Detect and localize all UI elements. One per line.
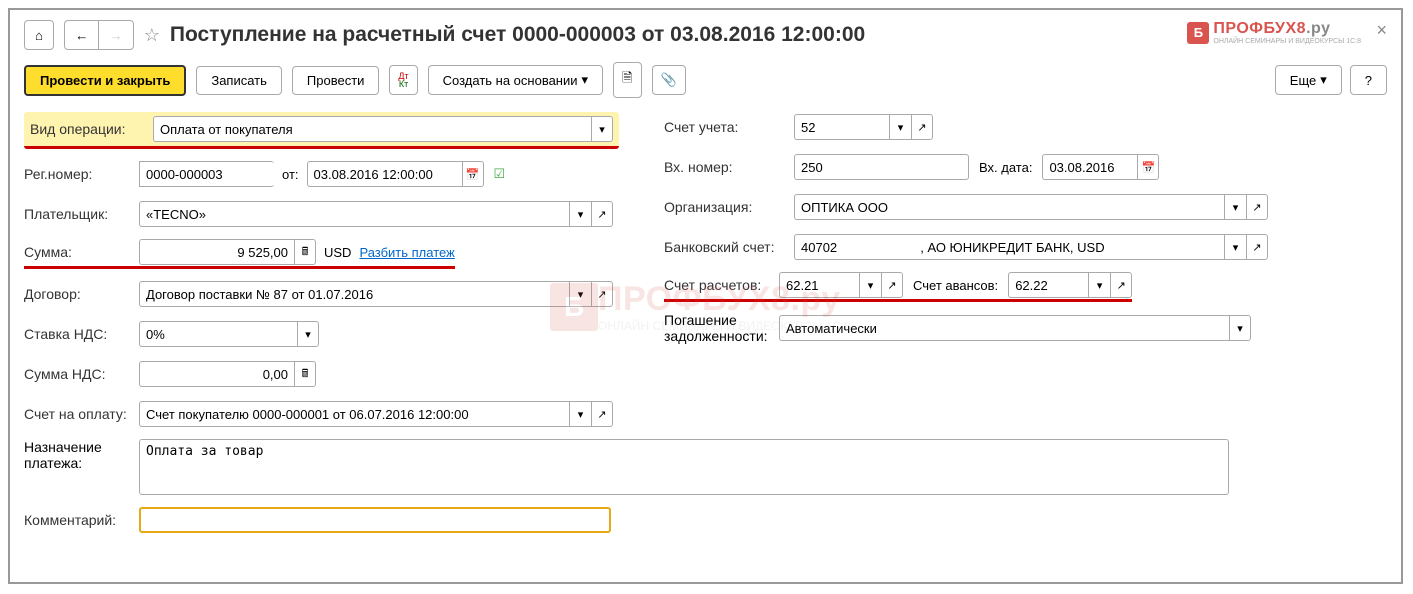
arrow-right-icon: → [109,28,122,43]
attach-button[interactable]: 📎 [652,65,686,95]
post-button[interactable]: Провести [292,66,380,95]
payer-input[interactable] [139,201,569,227]
debt-repay-label: Погашение задолженности: [664,312,779,344]
calendar-icon: 📅 [466,168,480,181]
chevron-down-icon: ▾ [582,72,589,88]
logo: Б ПРОФБУХ8.ру ОНЛАЙН СЕМИНАРЫ И ВИДЕОКУР… [1187,20,1361,45]
vat-rate-input[interactable] [139,321,297,347]
advance-dropdown[interactable]: ▾ [1088,272,1110,298]
calculator-icon: 🖩 [302,365,309,384]
contract-label: Договор: [24,286,139,302]
contract-open[interactable]: ↗ [591,281,613,307]
home-icon: ⌂ [35,28,43,43]
reg-date-input[interactable] [307,161,462,187]
vat-amount-input[interactable] [139,361,294,387]
calculator-icon: 🖩 [302,243,309,262]
settlement-account-input[interactable] [779,272,859,298]
invoice-dropdown[interactable]: ▾ [569,401,591,427]
more-button[interactable]: Еще ▾ [1275,65,1342,95]
currency-label: USD [324,245,351,260]
dt-kt-icon: ДтКт [398,72,408,88]
chevron-down-icon: ▾ [1320,72,1327,88]
payer-dropdown[interactable]: ▾ [569,201,591,227]
reg-number-input[interactable] [139,161,274,187]
advance-account-label: Счет авансов: [913,278,998,293]
print-button[interactable]: 🗎 [613,62,641,98]
debt-repay-input[interactable] [779,315,1229,341]
advance-account-input[interactable] [1008,272,1088,298]
bank-account-open[interactable]: ↗ [1246,234,1268,260]
save-button[interactable]: Записать [196,66,282,95]
account-label: Счет учета: [664,119,794,135]
document-icon: 🗎 [622,69,632,91]
contract-input[interactable] [139,281,569,307]
vat-amount-label: Сумма НДС: [24,366,139,382]
calendar-icon: 📅 [1142,161,1156,174]
account-dropdown[interactable]: ▾ [889,114,911,140]
settlement-open[interactable]: ↗ [881,272,903,298]
purpose-textarea[interactable] [139,439,1229,495]
back-button[interactable]: ← [64,20,98,50]
organization-dropdown[interactable]: ▾ [1224,194,1246,220]
amount-input[interactable] [139,239,294,265]
in-date-calendar[interactable]: 📅 [1137,154,1159,180]
settlement-dropdown[interactable]: ▾ [859,272,881,298]
page-title: Поступление на расчетный счет 0000-00000… [170,23,865,47]
dt-kt-button[interactable]: ДтКт [389,65,417,95]
payer-label: Плательщик: [24,206,139,222]
account-input[interactable] [794,114,889,140]
reg-date-calendar[interactable]: 📅 [462,161,484,187]
comment-label: Комментарий: [24,512,139,528]
debt-repay-dropdown[interactable]: ▾ [1229,315,1251,341]
logo-box-icon: Б [1187,22,1209,44]
forward-button[interactable]: → [98,20,133,50]
payer-open[interactable]: ↗ [591,201,613,227]
vat-rate-label: Ставка НДС: [24,326,139,342]
contract-dropdown[interactable]: ▾ [569,281,591,307]
invoice-label: Счет на оплату: [24,406,139,422]
home-button[interactable]: ⌂ [24,20,54,50]
bank-account-dropdown[interactable]: ▾ [1224,234,1246,260]
purpose-label: Назначение платежа: [24,439,139,471]
from-label: от: [282,167,299,182]
amount-label: Сумма: [24,244,139,260]
bank-account-label: Банковский счет: [664,239,794,255]
operation-type-dropdown[interactable]: ▾ [591,116,613,142]
amount-calc[interactable]: 🖩 [294,239,316,265]
split-link[interactable]: Разбить платеж [359,245,454,260]
create-based-button[interactable]: Создать на основании ▾ [428,65,603,95]
comment-input[interactable] [139,507,611,533]
paperclip-icon: 📎 [661,72,677,88]
invoice-open[interactable]: ↗ [591,401,613,427]
operation-type-label: Вид операции: [30,121,145,137]
operation-type-input[interactable] [153,116,591,142]
close-icon[interactable]: × [1376,20,1387,41]
invoice-input[interactable] [139,401,569,427]
posted-icon: ☑ [494,166,506,182]
in-number-label: Вх. номер: [664,159,794,175]
organization-label: Организация: [664,199,794,215]
settlement-account-label: Счет расчетов: [664,277,779,293]
vat-rate-dropdown[interactable]: ▾ [297,321,319,347]
advance-open[interactable]: ↗ [1110,272,1132,298]
in-number-input[interactable] [794,154,969,180]
star-icon[interactable]: ☆ [144,25,160,46]
arrow-left-icon: ← [75,28,88,43]
organization-open[interactable]: ↗ [1246,194,1268,220]
in-date-input[interactable] [1042,154,1137,180]
in-date-label: Вх. дата: [979,160,1032,175]
bank-account-input[interactable] [794,234,1224,260]
reg-number-label: Рег.номер: [24,166,139,182]
help-button[interactable]: ? [1350,65,1387,95]
organization-input[interactable] [794,194,1224,220]
account-open[interactable]: ↗ [911,114,933,140]
vat-amount-calc[interactable]: 🖩 [294,361,316,387]
post-and-close-button[interactable]: Провести и закрыть [24,65,186,96]
